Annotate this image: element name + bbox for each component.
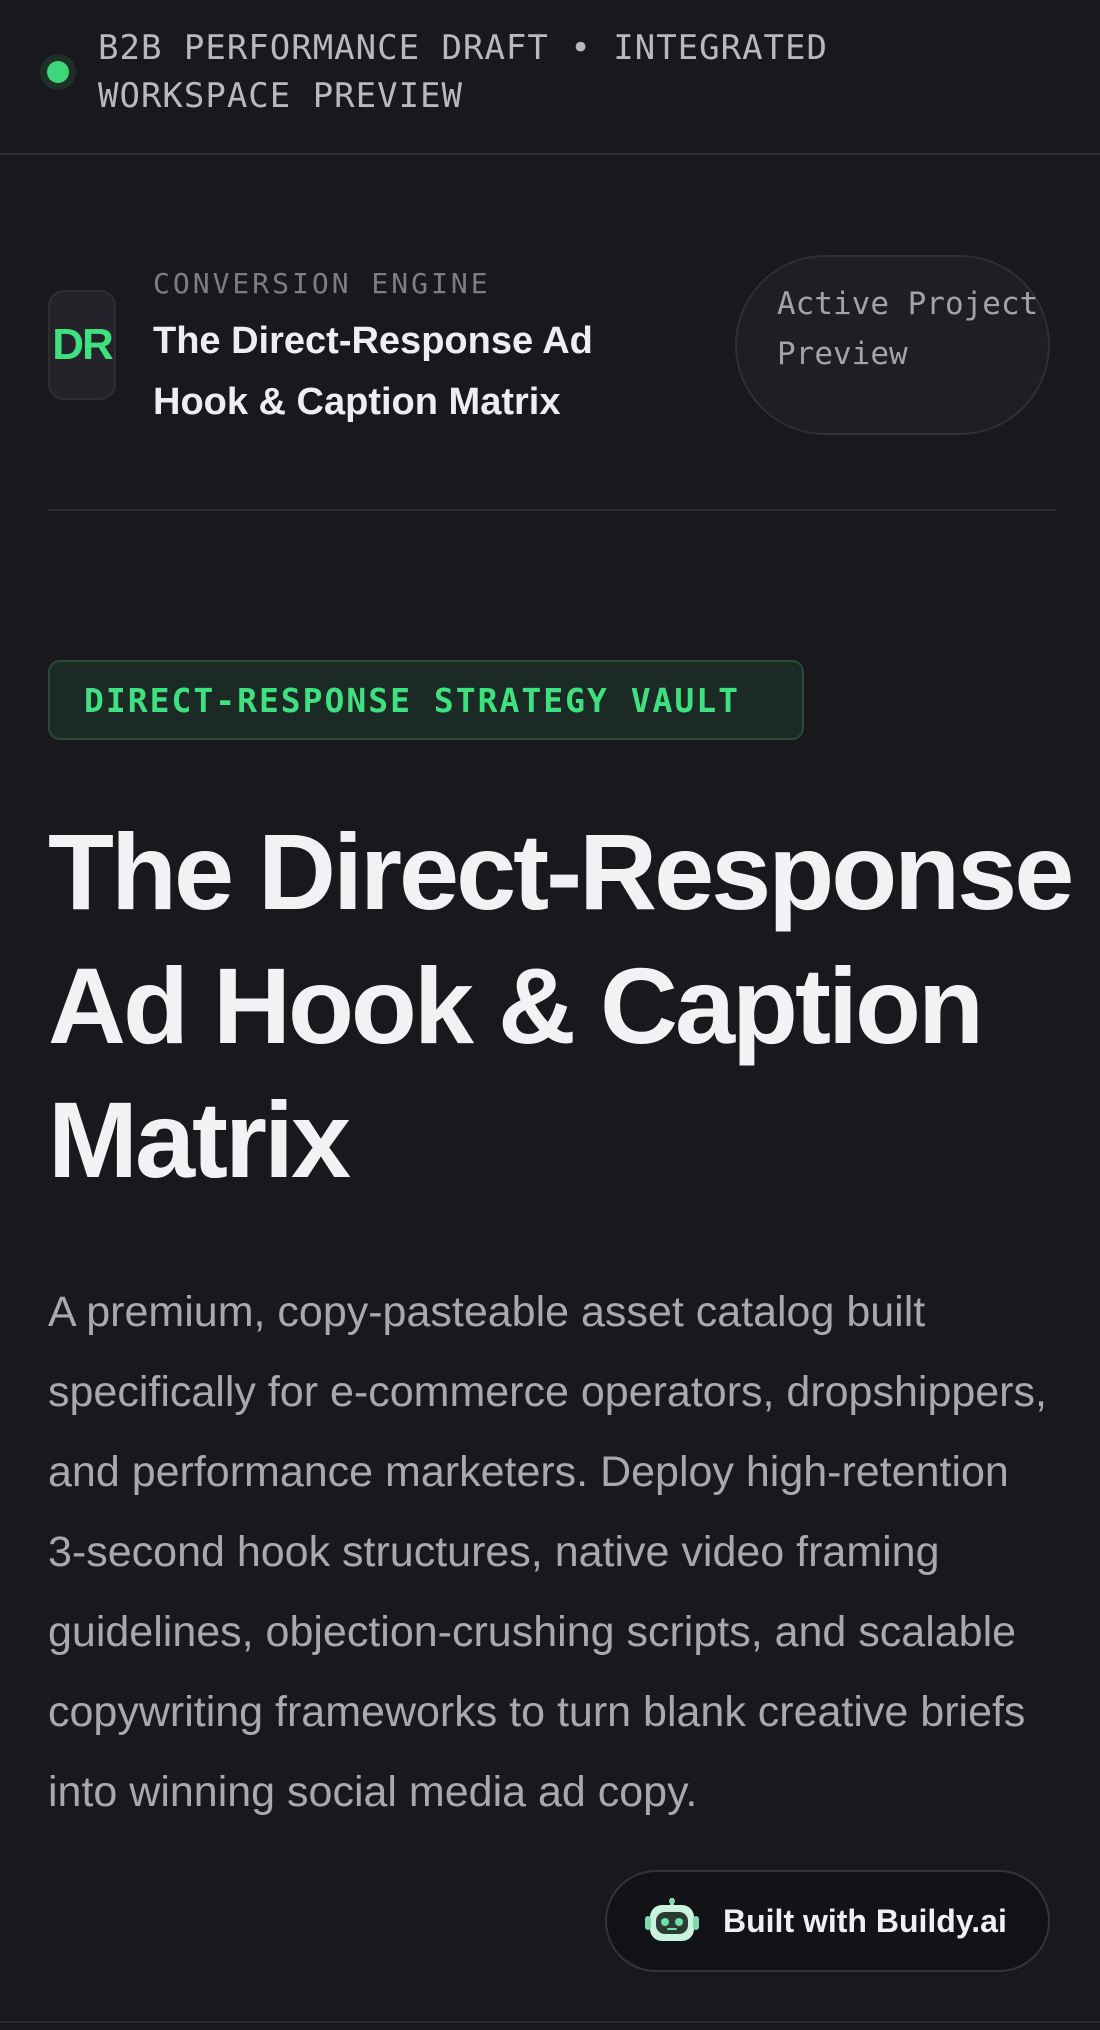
strategy-vault-badge: DIRECT-RESPONSE STRATEGY VAULT <box>48 660 804 740</box>
active-project-preview-button[interactable]: Active Project Preview <box>735 255 1050 435</box>
bottom-divider <box>0 2021 1100 2023</box>
project-eyebrow: CONVERSION ENGINE <box>153 267 491 300</box>
project-header: DR CONVERSION ENGINE The Direct-Response… <box>0 155 1100 512</box>
project-logo: DR <box>48 290 116 400</box>
built-with-buildy-button[interactable]: Built with Buildy.ai <box>605 1870 1050 1972</box>
top-status-bar: B2B PERFORMANCE DRAFT • INTEGRATED WORKS… <box>0 0 1100 155</box>
built-with-label: Built with Buildy.ai <box>723 1902 1007 1939</box>
status-indicator-icon <box>47 61 69 83</box>
workspace-status-label: B2B PERFORMANCE DRAFT • INTEGRATED WORKS… <box>98 28 828 116</box>
project-title: The Direct-Response Ad Hook & Caption Ma… <box>153 320 593 423</box>
robot-icon <box>645 1898 699 1944</box>
header-divider <box>48 509 1056 511</box>
hero-title: The Direct-Response Ad Hook & Caption Ma… <box>48 811 1074 1200</box>
hero-description: A premium, copy-pasteable asset catalog … <box>48 1288 1047 1816</box>
